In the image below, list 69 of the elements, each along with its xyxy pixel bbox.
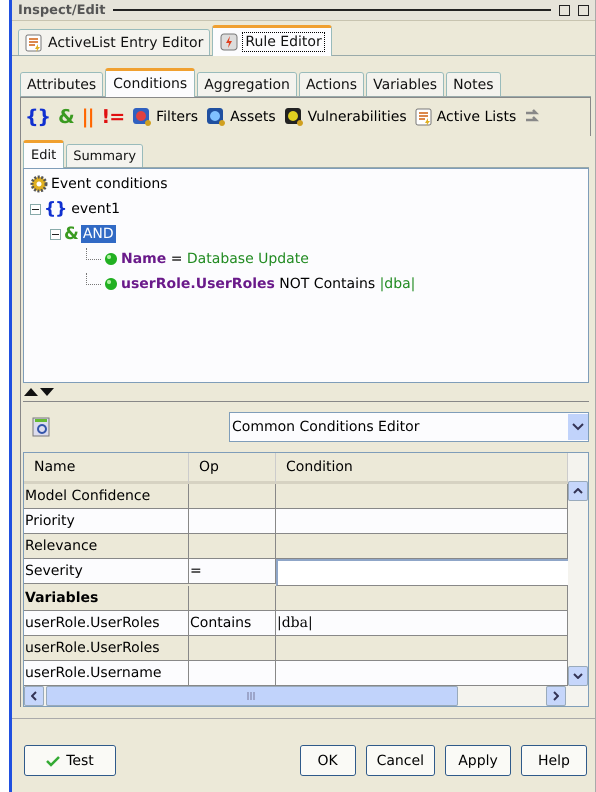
chevron-left-icon <box>31 691 37 701</box>
column-header[interactable]: Condition <box>276 453 568 484</box>
collapse-icon[interactable] <box>50 228 61 240</box>
view-tab[interactable]: Summary <box>66 144 144 167</box>
section-tab[interactable]: Notes <box>446 72 500 96</box>
scroll-thumb[interactable] <box>46 686 458 706</box>
gear-icon <box>30 175 48 193</box>
condition-text[interactable]: userRole.UserRoles NOT Contains |dba| <box>121 276 416 292</box>
maximize-icon[interactable] <box>559 4 570 16</box>
column-header[interactable]: Op <box>189 453 276 484</box>
table-cell: Relevance <box>24 534 189 559</box>
scroll-right-button[interactable] <box>546 686 566 706</box>
section-tab[interactable]: Actions <box>298 72 364 96</box>
list-icon <box>414 108 433 126</box>
table-cell: Model Confidence <box>24 484 189 509</box>
dialog-button[interactable]: Help <box>521 745 587 776</box>
dialog-button[interactable]: Cancel <box>366 745 435 776</box>
tree-node[interactable]: AND <box>80 225 116 243</box>
check-icon <box>46 754 60 766</box>
chevron-down-icon <box>573 673 583 679</box>
table-cell: userRole.Username <box>24 661 189 686</box>
table-cell: = <box>189 559 276 584</box>
tree-connector <box>86 248 101 260</box>
operator-button[interactable]: != <box>102 106 124 128</box>
scroll-up-button[interactable] <box>568 481 588 501</box>
tree-root[interactable]: Event conditions <box>51 176 168 192</box>
lightning-icon <box>220 33 238 51</box>
table-cell: Priority <box>24 509 189 534</box>
status-dot-icon <box>104 277 118 291</box>
tree-connector <box>86 273 101 285</box>
operator-icon: & <box>64 224 78 244</box>
splitter-arrows-icon[interactable] <box>23 387 55 397</box>
dialog-button[interactable]: OK <box>300 745 356 776</box>
chevron-up-icon <box>573 488 583 494</box>
scroll-down-button[interactable] <box>568 666 588 686</box>
table-cell: userRole.UserRoles <box>24 611 189 636</box>
list-icon <box>25 34 43 52</box>
editor-select[interactable]: Common Conditions Editor <box>229 412 589 442</box>
test-button[interactable]: Test <box>24 745 116 776</box>
toolbar-button[interactable]: Active Lists <box>414 108 516 126</box>
section-tab[interactable]: Variables <box>366 72 444 96</box>
section-tab[interactable]: Conditions <box>105 68 196 97</box>
chevron-right-icon <box>553 691 559 701</box>
section-header: Variables <box>24 586 189 611</box>
input-field[interactable] <box>276 559 568 586</box>
tree-node[interactable]: event1 <box>69 200 122 218</box>
table-cell: |dba| <box>276 611 568 636</box>
toolbar-button[interactable]: Assets <box>206 107 276 127</box>
window-title: Inspect/Edit <box>18 2 106 18</box>
table-cell: Severity <box>24 559 189 584</box>
scroll-left-button[interactable] <box>24 686 44 706</box>
section-tab[interactable]: Attributes <box>20 72 104 96</box>
toolbar-button[interactable]: Vulnerabilities <box>284 107 407 127</box>
toolbar-button[interactable]: Filters <box>132 107 198 127</box>
view-tab[interactable]: Edit <box>23 140 64 168</box>
condition-text[interactable]: Name = Database Update <box>121 251 309 267</box>
column-header[interactable]: Name <box>24 453 189 484</box>
dialog-button[interactable]: Apply <box>445 745 511 776</box>
operator-button[interactable]: {} <box>25 106 50 128</box>
table-cell: Contains <box>189 611 276 636</box>
editor-tab[interactable]: ActiveList Entry Editor <box>18 29 210 55</box>
collapse-icon[interactable] <box>30 204 41 214</box>
chevron-down-icon <box>572 423 584 431</box>
status-dot-icon <box>104 252 118 266</box>
editor-tab[interactable]: Rule Editor <box>212 25 332 56</box>
restore-icon[interactable] <box>578 4 589 16</box>
table-cell: userRole.UserRoles <box>24 636 189 661</box>
operator-icon: {} <box>44 199 66 219</box>
section-tab[interactable]: Aggregation <box>197 72 297 96</box>
